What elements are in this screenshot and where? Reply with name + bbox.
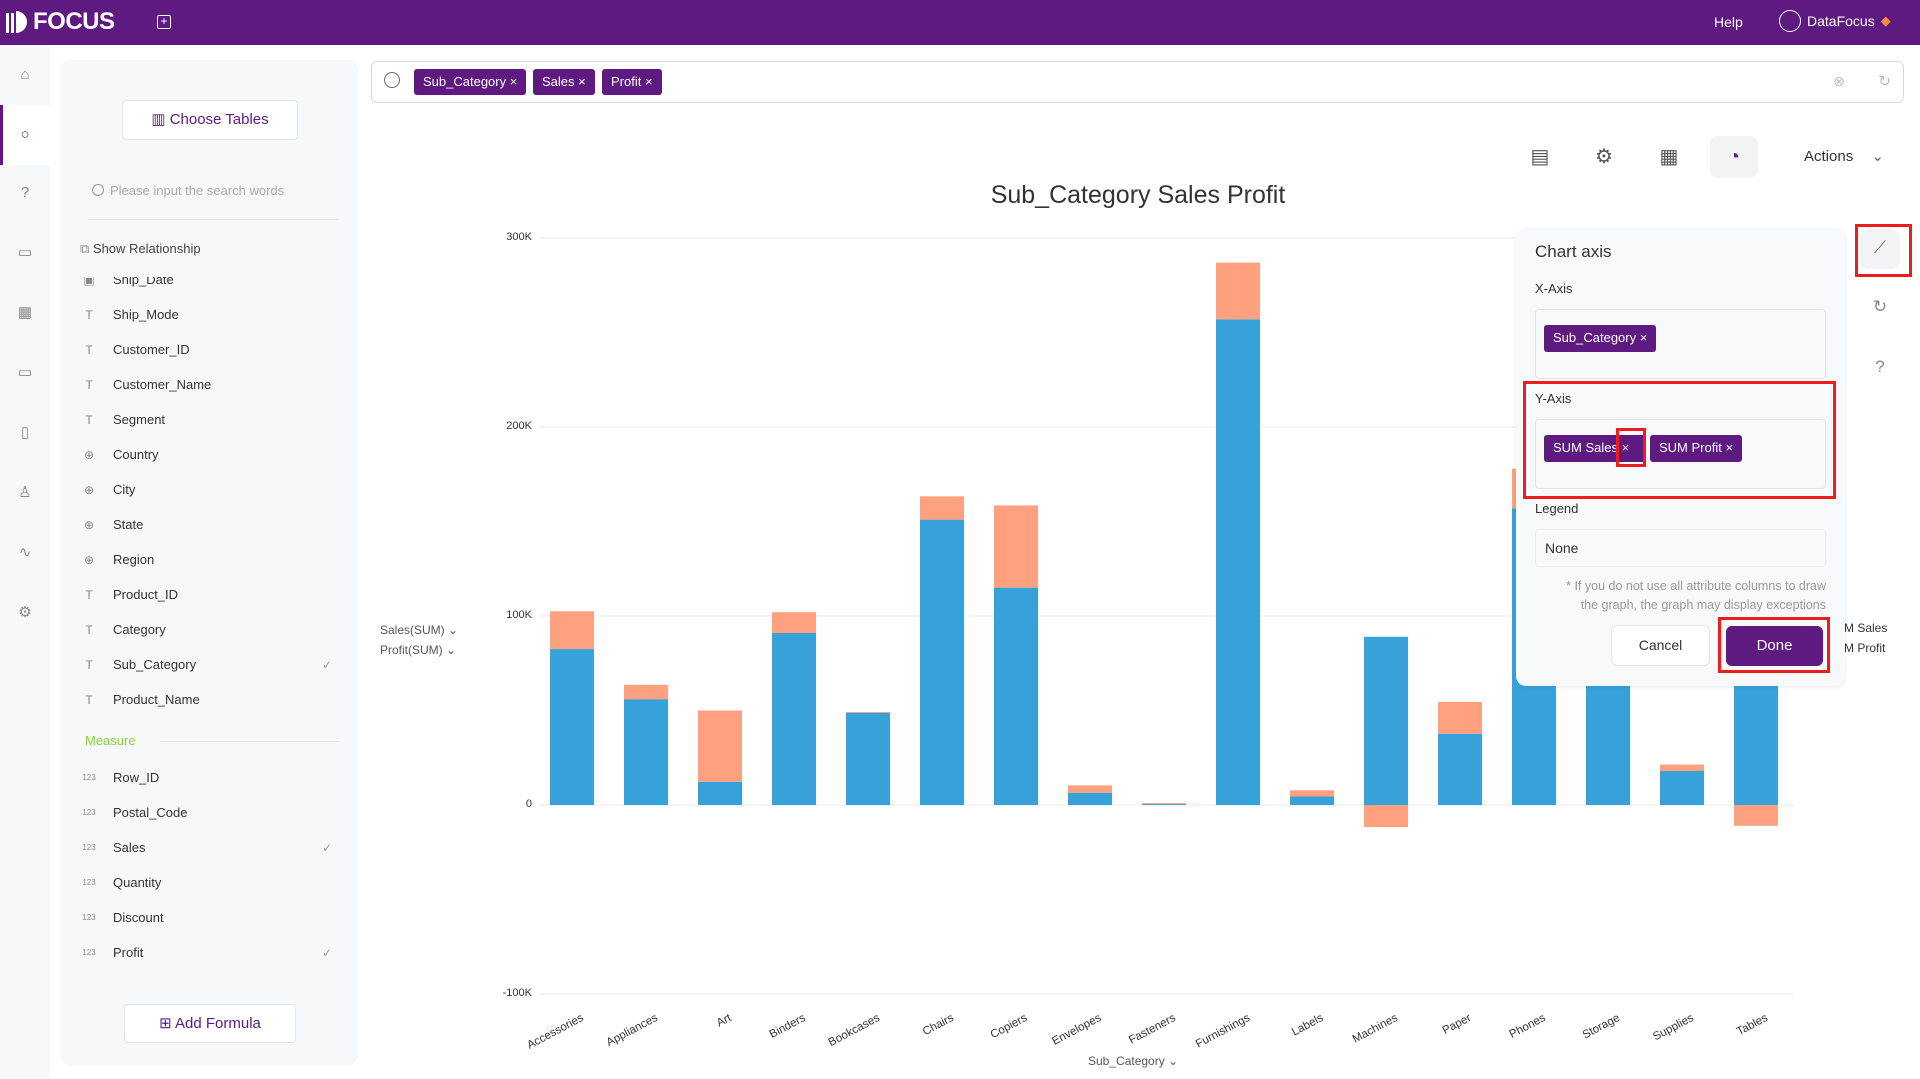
chip-label: Sub_Category: [1553, 330, 1637, 345]
series-label: Sales(SUM): [380, 623, 445, 637]
bar-profit[interactable]: [1364, 805, 1408, 828]
bar-sales[interactable]: [994, 587, 1038, 805]
chevron-down-icon: ⌄: [1168, 1054, 1179, 1068]
cancel-button[interactable]: Cancel: [1611, 625, 1710, 666]
x-axis-title[interactable]: Sub_Category ⌄: [1088, 1054, 1178, 1068]
legend-sales[interactable]: M Sales: [1844, 621, 1887, 635]
bar-profit[interactable]: [698, 710, 742, 782]
bar-sales[interactable]: [1438, 733, 1482, 805]
highlight-box: [1855, 224, 1912, 277]
bar-sales[interactable]: [550, 649, 594, 805]
bar-sales[interactable]: [1068, 792, 1112, 805]
bar-profit[interactable]: [772, 612, 816, 634]
bar-profit[interactable]: [624, 684, 668, 700]
close-icon[interactable]: ×: [1640, 330, 1648, 345]
note-line: * If you do not use all attribute column…: [1566, 579, 1826, 593]
bar-profit[interactable]: [1438, 701, 1482, 734]
x-axis-label: Sub_Category: [1088, 1054, 1165, 1068]
bar-sales[interactable]: [846, 712, 890, 805]
bar-sales[interactable]: [772, 633, 816, 805]
bar-profit[interactable]: [1068, 785, 1112, 793]
bar-profit[interactable]: [1660, 764, 1704, 771]
bar-profit[interactable]: [994, 505, 1038, 588]
highlight-box: [1616, 428, 1646, 467]
bar-profit[interactable]: [1142, 803, 1186, 805]
legend-profit[interactable]: M Profit: [1844, 641, 1885, 655]
bar-profit[interactable]: [846, 712, 890, 714]
chevron-down-icon: ⌄: [448, 623, 459, 637]
bar-sales[interactable]: [698, 781, 742, 805]
highlight-box: [1718, 617, 1830, 673]
highlight-box: [1523, 381, 1836, 499]
bar-profit[interactable]: [1734, 805, 1778, 826]
note-line: the graph, the graph may display excepti…: [1580, 598, 1826, 612]
chevron-down-icon: ⌄: [446, 643, 457, 657]
panel-title: Chart axis: [1535, 242, 1612, 261]
refresh-icon[interactable]: ↻: [1870, 297, 1890, 317]
legend-label: Legend: [1535, 501, 1579, 516]
x-axis-chip[interactable]: Sub_Category ×: [1544, 325, 1657, 352]
bar-sales[interactable]: [1216, 319, 1260, 805]
bar-sales[interactable]: [1364, 636, 1408, 805]
bar-profit[interactable]: [920, 496, 964, 520]
bar-profit[interactable]: [1216, 262, 1260, 320]
panel-note: * If you do not use all attribute column…: [1535, 577, 1826, 615]
help-circle-icon[interactable]: ?: [1870, 357, 1890, 377]
bar-sales[interactable]: [920, 519, 964, 805]
bar-sales[interactable]: [1660, 770, 1704, 805]
y-series-selector-profit[interactable]: Profit(SUM) ⌄: [380, 643, 456, 657]
bar-sales[interactable]: [624, 699, 668, 805]
legend-select[interactable]: None: [1535, 529, 1826, 567]
x-axis-label: X-Axis: [1535, 281, 1573, 296]
series-label: Profit(SUM): [380, 643, 443, 657]
bar-sales[interactable]: [1290, 796, 1334, 805]
y-series-selector-sales[interactable]: Sales(SUM) ⌄: [380, 623, 458, 637]
bar-profit[interactable]: [550, 611, 594, 650]
bar-profit[interactable]: [1290, 790, 1334, 797]
